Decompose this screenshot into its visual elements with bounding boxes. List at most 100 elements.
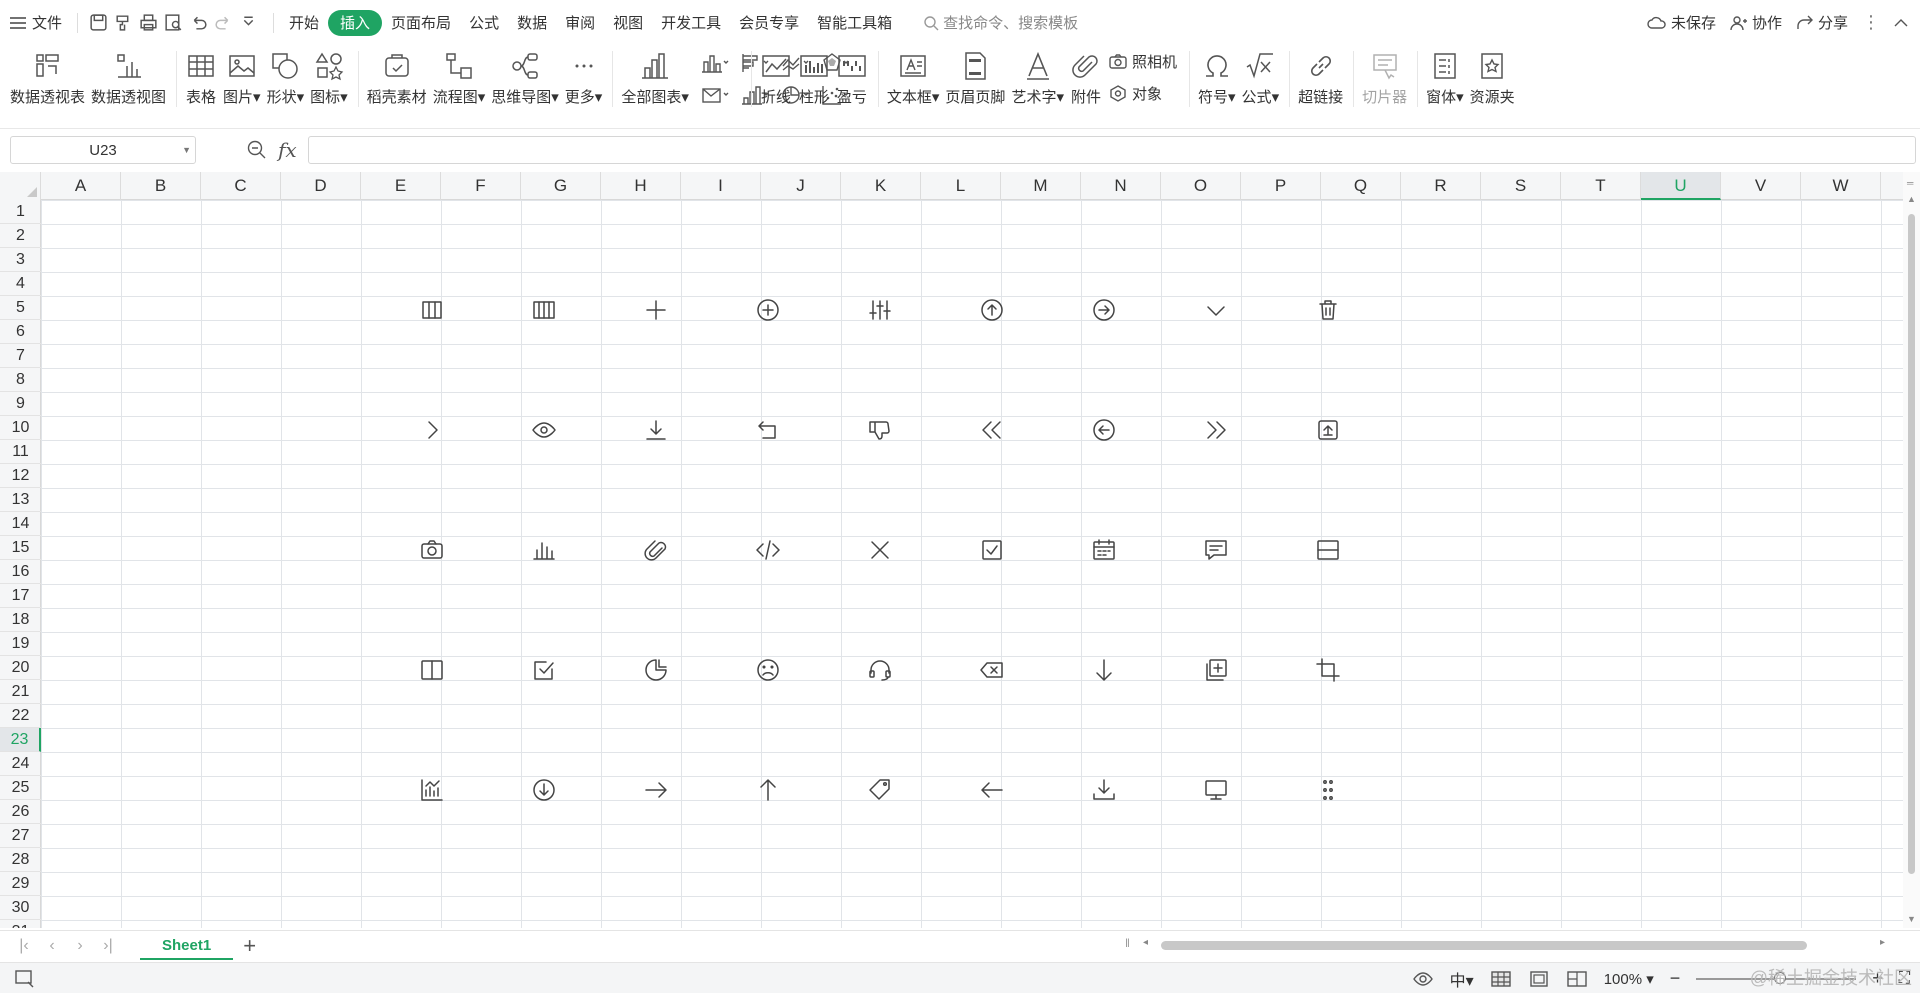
save-icon[interactable] <box>88 12 109 33</box>
flowchart-button[interactable]: 流程图▾ <box>433 45 485 111</box>
row-header-18[interactable]: 18 <box>0 608 41 632</box>
row-header-24[interactable]: 24 <box>0 752 41 776</box>
icon-button[interactable]: 图标▾ <box>310 45 348 111</box>
camera-icon[interactable] <box>418 536 446 564</box>
more-options-icon[interactable]: ⋮ <box>1862 12 1880 33</box>
column-header-o[interactable]: O <box>1161 172 1241 200</box>
row-header-16[interactable]: 16 <box>0 560 41 584</box>
row-header-8[interactable]: 8 <box>0 368 41 392</box>
arrow-left-icon[interactable] <box>978 776 1006 804</box>
print-preview-icon[interactable] <box>163 12 184 33</box>
row-header-1[interactable]: 1 <box>0 200 41 224</box>
code-icon[interactable] <box>754 536 782 564</box>
all-charts-button[interactable]: 全部图表▾ <box>621 45 689 111</box>
row-header-11[interactable]: 11 <box>0 440 41 464</box>
tab-data[interactable]: 数据 <box>508 10 556 36</box>
chevrons-right-icon[interactable] <box>1202 416 1230 444</box>
chevrons-left-icon[interactable] <box>978 416 1006 444</box>
tab-home[interactable]: 开始 <box>280 10 328 36</box>
paperclip-icon[interactable] <box>642 536 670 564</box>
column-header-m[interactable]: M <box>1001 172 1081 200</box>
trash-icon[interactable] <box>1314 296 1342 324</box>
vertical-scrollbar[interactable]: ═ ▲ ▼ <box>1903 172 1920 928</box>
column-header-f[interactable]: F <box>441 172 521 200</box>
monitor-icon[interactable] <box>1202 776 1230 804</box>
normal-view-icon[interactable] <box>1490 970 1512 988</box>
row-header-3[interactable]: 3 <box>0 248 41 272</box>
pie-chart-icon[interactable] <box>642 656 670 684</box>
sparkline-column-button[interactable]: 柱形 <box>798 45 830 111</box>
header-footer-button[interactable]: 页眉页脚 <box>945 45 1005 111</box>
formula-button[interactable]: 公式▾ <box>1242 45 1279 111</box>
name-box-dropdown-icon[interactable]: ▼ <box>182 145 191 155</box>
select-all-corner[interactable] <box>0 172 41 200</box>
message-icon[interactable] <box>1202 536 1230 564</box>
material-button[interactable]: 稻壳素材 <box>367 45 427 111</box>
next-sheet-icon[interactable]: › <box>66 937 94 955</box>
symbol-button[interactable]: 符号▾ <box>1198 45 1236 111</box>
column-header-p[interactable]: P <box>1241 172 1321 200</box>
attachment-button[interactable]: 附件 <box>1070 45 1102 111</box>
column-header-v[interactable]: V <box>1721 172 1801 200</box>
column-header-s[interactable]: S <box>1481 172 1561 200</box>
row-header-23[interactable]: 23 <box>0 728 41 752</box>
tab-member[interactable]: 会员专享 <box>730 10 808 36</box>
column-header-a[interactable]: A <box>41 172 121 200</box>
undo-icon[interactable] <box>188 12 209 33</box>
row-header-31[interactable]: 31 <box>0 920 41 928</box>
form-button[interactable]: 窗体▾ <box>1426 45 1464 111</box>
page-layout-view-icon[interactable] <box>1528 970 1550 988</box>
wordart-button[interactable]: 艺术字▾ <box>1011 45 1064 111</box>
scroll-down-icon[interactable]: ▼ <box>1907 914 1916 924</box>
split-horizontal-icon[interactable] <box>1314 536 1342 564</box>
zoom-out-icon[interactable]: − <box>1670 968 1681 989</box>
tab-formula[interactable]: 公式 <box>460 10 508 36</box>
arrow-right-icon[interactable] <box>642 776 670 804</box>
pivot-chart-button[interactable]: 数据透视图 <box>91 45 166 111</box>
scroll-up-icon[interactable]: ▲ <box>1907 194 1916 204</box>
columns-3-icon[interactable] <box>418 296 446 324</box>
slicer-button[interactable]: 切片器 <box>1362 45 1407 111</box>
tab-page-layout[interactable]: 页面布局 <box>382 10 460 36</box>
check-square-icon[interactable] <box>530 656 558 684</box>
shape-button[interactable]: 形状▾ <box>267 45 304 111</box>
row-header-17[interactable]: 17 <box>0 584 41 608</box>
formula-input[interactable] <box>308 136 1916 164</box>
column-header-j[interactable]: J <box>761 172 841 200</box>
tab-review[interactable]: 审阅 <box>556 10 604 36</box>
picture-button[interactable]: 图片▾ <box>223 45 261 111</box>
sparkline-line-button[interactable]: 折线 <box>760 45 792 111</box>
macro-record-icon[interactable] <box>14 969 36 989</box>
prev-sheet-icon[interactable]: ‹ <box>38 937 66 955</box>
column-header-n[interactable]: N <box>1081 172 1161 200</box>
scroll-right-icon[interactable]: ▸ <box>1880 937 1885 948</box>
download-tray-icon[interactable] <box>1090 776 1118 804</box>
redo-icon[interactable] <box>213 12 234 33</box>
row-header-27[interactable]: 27 <box>0 824 41 848</box>
cells-area[interactable] <box>41 200 1903 928</box>
calendar-icon[interactable] <box>1090 536 1118 564</box>
row-header-26[interactable]: 26 <box>0 800 41 824</box>
print-icon[interactable] <box>138 12 159 33</box>
tab-insert[interactable]: 插入 <box>328 9 383 36</box>
row-header-12[interactable]: 12 <box>0 464 41 488</box>
page-break-view-icon[interactable] <box>1566 970 1588 988</box>
arrow-up-circle-icon[interactable] <box>978 296 1006 324</box>
thumbs-down-icon[interactable] <box>866 416 894 444</box>
arrow-down-icon[interactable] <box>1090 656 1118 684</box>
row-header-4[interactable]: 4 <box>0 272 41 296</box>
sheet-tab-sheet1[interactable]: Sheet1 <box>140 931 234 960</box>
horizontal-scroll-thumb[interactable] <box>1161 941 1807 950</box>
column-header-e[interactable]: E <box>361 172 441 200</box>
download-circle-icon[interactable] <box>530 776 558 804</box>
add-sheet-icon[interactable]: + <box>243 933 256 959</box>
column-header-u[interactable]: U <box>1641 172 1721 200</box>
sad-face-icon[interactable] <box>754 656 782 684</box>
row-header-13[interactable]: 13 <box>0 488 41 512</box>
split-handle-icon[interactable]: ═ <box>1907 178 1913 188</box>
customize-chevron-icon[interactable] <box>238 12 259 33</box>
backspace-icon[interactable] <box>978 656 1006 684</box>
tab-smart-tools[interactable]: 智能工具箱 <box>808 10 901 36</box>
row-header-7[interactable]: 7 <box>0 344 41 368</box>
format-painter-icon[interactable] <box>113 12 134 33</box>
